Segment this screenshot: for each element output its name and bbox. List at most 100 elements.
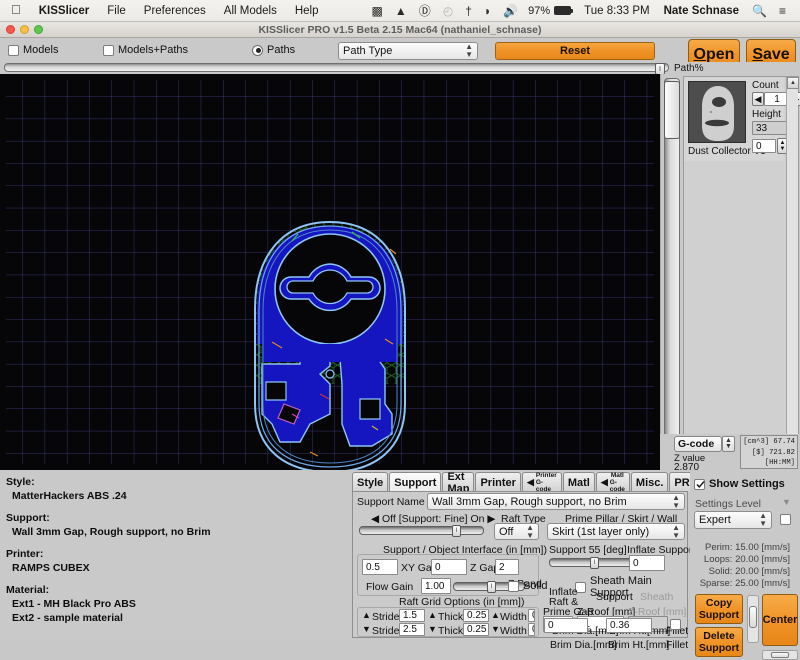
brim-dia-input[interactable]: 0 — [544, 618, 588, 633]
support-list-scrollbar[interactable] — [747, 595, 759, 643]
gcode-mode-stepper-icon[interactable]: ▲ ▼ — [722, 436, 735, 452]
flow-gain-slider-thumb[interactable]: I — [487, 580, 496, 593]
tab-misc-label: Misc. — [635, 476, 664, 489]
airplay-icon[interactable]: ▩ — [366, 5, 389, 17]
tab-support[interactable]: Support — [389, 472, 442, 492]
support-angle-label: Support 55 [deg] — [549, 544, 627, 556]
raft-up-stride-input[interactable]: 1.5 — [399, 609, 425, 622]
3d-viewport[interactable] — [0, 74, 660, 470]
support-name-label: Support Name — [357, 496, 425, 508]
raft-up-width-input[interactable]: 0.35 — [528, 609, 535, 622]
dropbox-icon[interactable]: ▲ — [389, 5, 413, 17]
tab-style[interactable]: Style — [352, 472, 389, 492]
speed-sparse-value: 25.00 [mm/s] — [735, 578, 790, 589]
raft-dn-width-input[interactable]: 0.5 — [528, 623, 535, 636]
raft-type-select[interactable]: Off ▲ ▼ — [494, 523, 539, 540]
checkbox-label-models: Models — [23, 44, 59, 56]
rotation-input[interactable]: 0 — [752, 139, 776, 153]
support-settings-body: Support Name Wall 3mm Gap, Rough support… — [352, 491, 695, 651]
chevron-updown-icon: ▲ ▼ — [465, 42, 473, 59]
user-name[interactable]: Nate Schnase — [657, 5, 746, 17]
left-arrow-icon: ◀ — [526, 477, 534, 487]
down-triangle-icon-3: ▼ — [491, 624, 500, 634]
support-level-slider[interactable]: I — [359, 524, 484, 537]
stat-key-cost: [$] — [751, 448, 765, 457]
summary-style-value: MatterHackers ABS .24 — [12, 490, 127, 502]
support-name-select[interactable]: Wall 3mm Gap, Rough support, no Brim ▲ ▼ — [427, 493, 685, 510]
support-level-slider-thumb[interactable]: I — [452, 524, 461, 537]
scroll-up-icon[interactable]: ▲ — [787, 77, 799, 89]
wifi-icon[interactable]: ◗ — [478, 5, 497, 17]
checkbox-models[interactable]: Models — [8, 44, 58, 56]
raft-up-width-label: Width — [500, 611, 527, 623]
checkbox-solid[interactable]: Solid — [508, 580, 547, 592]
horizontal-scrollbar[interactable] — [762, 650, 798, 660]
menu-item-file[interactable]: File — [98, 5, 135, 17]
menu-item-preferences[interactable]: Preferences — [135, 5, 215, 17]
tab-ext-map[interactable]: Ext Map — [442, 471, 475, 495]
tab-matl-gcode[interactable]: ◀ Matl G-code — [595, 472, 630, 493]
tab-printer-gcode[interactable]: ◀ Printer G-code — [521, 472, 562, 493]
support-angle-slider-thumb[interactable]: I — [590, 556, 599, 569]
sheath-zroof-label-1: Sheath — [640, 591, 674, 603]
tab-matl[interactable]: Matl — [562, 472, 595, 492]
copy-support-button[interactable]: Copy Support — [695, 594, 743, 624]
height-value-text: 33 — [756, 122, 768, 134]
object-card[interactable]: Dust Collector V3 Count X ◀ 1 ▶ Height 3… — [684, 77, 800, 161]
support-list-scrollbar-thumb[interactable] — [749, 606, 757, 628]
xy-gap-input[interactable]: 0.5 — [362, 559, 398, 575]
count-decrement-button[interactable]: ◀ — [752, 92, 764, 106]
bluetooth-icon[interactable]: † — [459, 5, 478, 17]
object-list[interactable]: Dust Collector V3 Count X ◀ 1 ▶ Height 3… — [683, 76, 800, 448]
circle-arrow-icon[interactable]: Ⓓ — [413, 5, 437, 17]
z-band-value: 2 — [499, 561, 505, 573]
object-list-scrollbar[interactable]: ▲ ▼ — [786, 77, 799, 447]
horizontal-scrollbar-thumb[interactable] — [771, 652, 789, 658]
support-angle-slider[interactable]: I — [549, 556, 639, 569]
raft-dn-thick-value: 0.25 — [467, 624, 487, 635]
checkbox-settings-level-extra[interactable] — [780, 514, 791, 525]
raft-up-thick-value: 0.25 — [467, 610, 487, 621]
clock-icon[interactable]: ◴ — [437, 5, 459, 17]
raft-dn-thick-input[interactable]: 0.25 — [463, 623, 489, 636]
menu-item-kisslicer[interactable]: KISSlicer — [30, 5, 99, 17]
z-gap-input[interactable]: 0 — [431, 559, 467, 575]
radio-paths[interactable]: Paths — [252, 44, 295, 56]
menu-item-help[interactable]: Help — [286, 5, 328, 17]
checkbox-models-paths[interactable]: Models+Paths — [103, 44, 188, 56]
delete-support-button[interactable]: Delete Support — [695, 627, 743, 657]
left-arrow-icon-2: ◀ — [600, 477, 608, 487]
inflate-support-input[interactable]: 0 — [629, 555, 665, 571]
flow-gain-input[interactable]: 1.00 — [421, 578, 451, 594]
brim-ht-input[interactable]: 0.36 — [606, 618, 652, 633]
checkbox-box-models-paths — [103, 44, 114, 56]
summary-style-label: Style: — [6, 476, 35, 488]
center-label: Center — [762, 614, 798, 626]
speed-solid-value: 20.00 [mm/s] — [735, 566, 790, 577]
path-percent-label: Path% — [674, 63, 704, 74]
reset-button[interactable]: Reset — [495, 42, 655, 60]
center-button[interactable]: Center — [762, 594, 798, 646]
path-percent-slider[interactable]: I — [4, 63, 669, 75]
checkbox-show-settings[interactable]: Show Settings — [694, 478, 785, 490]
tab-misc[interactable]: Misc. — [630, 472, 669, 492]
notification-center-icon[interactable]: ≡ — [773, 5, 792, 17]
copy-support-line1: Copy — [705, 597, 733, 609]
layer-z-slider[interactable]: ■ — [664, 78, 680, 450]
volume-icon[interactable]: 🔊 — [497, 5, 524, 17]
settings-level-select[interactable]: Expert ▲ ▼ — [694, 511, 772, 529]
clock-time[interactable]: Tue 8:33 PM — [577, 5, 656, 17]
path-type-select[interactable]: Path Type ▲ ▼ — [338, 42, 478, 60]
apple-icon[interactable]:  — [8, 3, 30, 18]
checkbox-fillet[interactable] — [670, 619, 681, 630]
tab-printer[interactable]: Printer — [475, 472, 521, 492]
raft-dn-stride-input[interactable]: 2.5 — [399, 623, 425, 636]
prime-pillar-select[interactable]: Skirt (1st layer only) ▲ ▼ — [547, 523, 685, 540]
menu-item-all-models[interactable]: All Models — [215, 5, 286, 17]
speed-solid: Solid: 20.00 [mm/s] — [694, 566, 790, 577]
raft-up-thick-input[interactable]: 0.25 — [463, 609, 489, 622]
search-icon[interactable]: 🔍 — [746, 5, 773, 17]
gcode-mode-select[interactable]: G-code — [674, 436, 722, 452]
layer-z-slider-thumb[interactable] — [664, 81, 680, 139]
z-band-input[interactable]: 2 — [495, 559, 519, 575]
